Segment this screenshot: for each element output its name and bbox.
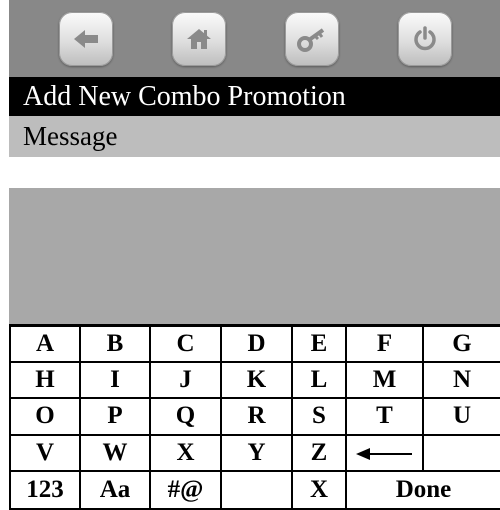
keyboard-row: V W X Y Z [9, 433, 500, 472]
numbers-mode-key[interactable]: 123 [9, 469, 81, 510]
key-f[interactable]: F [345, 324, 424, 364]
key-r[interactable]: R [220, 397, 293, 436]
key-g[interactable]: G [422, 324, 500, 364]
home-button[interactable] [172, 12, 226, 66]
key-z[interactable]: Z [291, 433, 347, 472]
backspace-arrow-icon [355, 447, 412, 460]
symbols-mode-key[interactable]: #@ [149, 469, 222, 510]
key-j[interactable]: J [149, 361, 222, 400]
key-w[interactable]: W [79, 433, 151, 472]
back-arrow-icon [74, 30, 98, 48]
key-p[interactable]: P [79, 397, 151, 436]
backspace-key[interactable] [345, 433, 424, 472]
key-b[interactable]: B [79, 324, 151, 364]
case-toggle-key[interactable]: Aa [79, 469, 151, 510]
home-icon [187, 29, 211, 49]
empty-key [422, 433, 500, 472]
clear-key[interactable]: X [291, 469, 347, 510]
key-icon [297, 28, 325, 52]
done-button[interactable]: Done [345, 469, 500, 510]
key-n[interactable]: N [422, 361, 500, 400]
key-d[interactable]: D [220, 324, 293, 364]
key-o[interactable]: O [9, 397, 81, 436]
key-v[interactable]: V [9, 433, 81, 472]
back-button[interactable] [59, 12, 113, 66]
key-u[interactable]: U [422, 397, 500, 436]
key-m[interactable]: M [345, 361, 424, 400]
page-title: Add New Combo Promotion [9, 77, 500, 116]
key-a[interactable]: A [9, 324, 81, 364]
key-c[interactable]: C [149, 324, 222, 364]
key-e[interactable]: E [291, 324, 347, 364]
key-l[interactable]: L [291, 361, 347, 400]
key-q[interactable]: Q [149, 397, 222, 436]
keyboard-row: H I J K L M N [9, 361, 500, 400]
keyboard-entry-screen: Add New Combo Promotion Message A B C D … [0, 0, 500, 510]
keyboard-row: A B C D E F G [9, 324, 500, 364]
key-y[interactable]: Y [220, 433, 293, 472]
message-field-label: Message [9, 116, 500, 157]
on-screen-keyboard: A B C D E F G H I J K L M N O P Q R S T … [9, 324, 500, 510]
message-input[interactable] [9, 157, 500, 188]
key-k[interactable]: K [220, 361, 293, 400]
power-icon [414, 26, 436, 51]
key-x[interactable]: X [149, 433, 222, 472]
key-t[interactable]: T [345, 397, 424, 436]
top-toolbar [9, 0, 500, 77]
key-s[interactable]: S [291, 397, 347, 436]
keyboard-row: 123 Aa #@ X Done [9, 469, 500, 510]
message-text-area[interactable] [9, 188, 500, 325]
key-h[interactable]: H [9, 361, 81, 400]
space-key[interactable] [220, 469, 293, 510]
key-i[interactable]: I [79, 361, 151, 400]
keyboard-row: O P Q R S T U [9, 397, 500, 436]
power-button[interactable] [398, 12, 452, 66]
key-button[interactable] [285, 12, 339, 66]
